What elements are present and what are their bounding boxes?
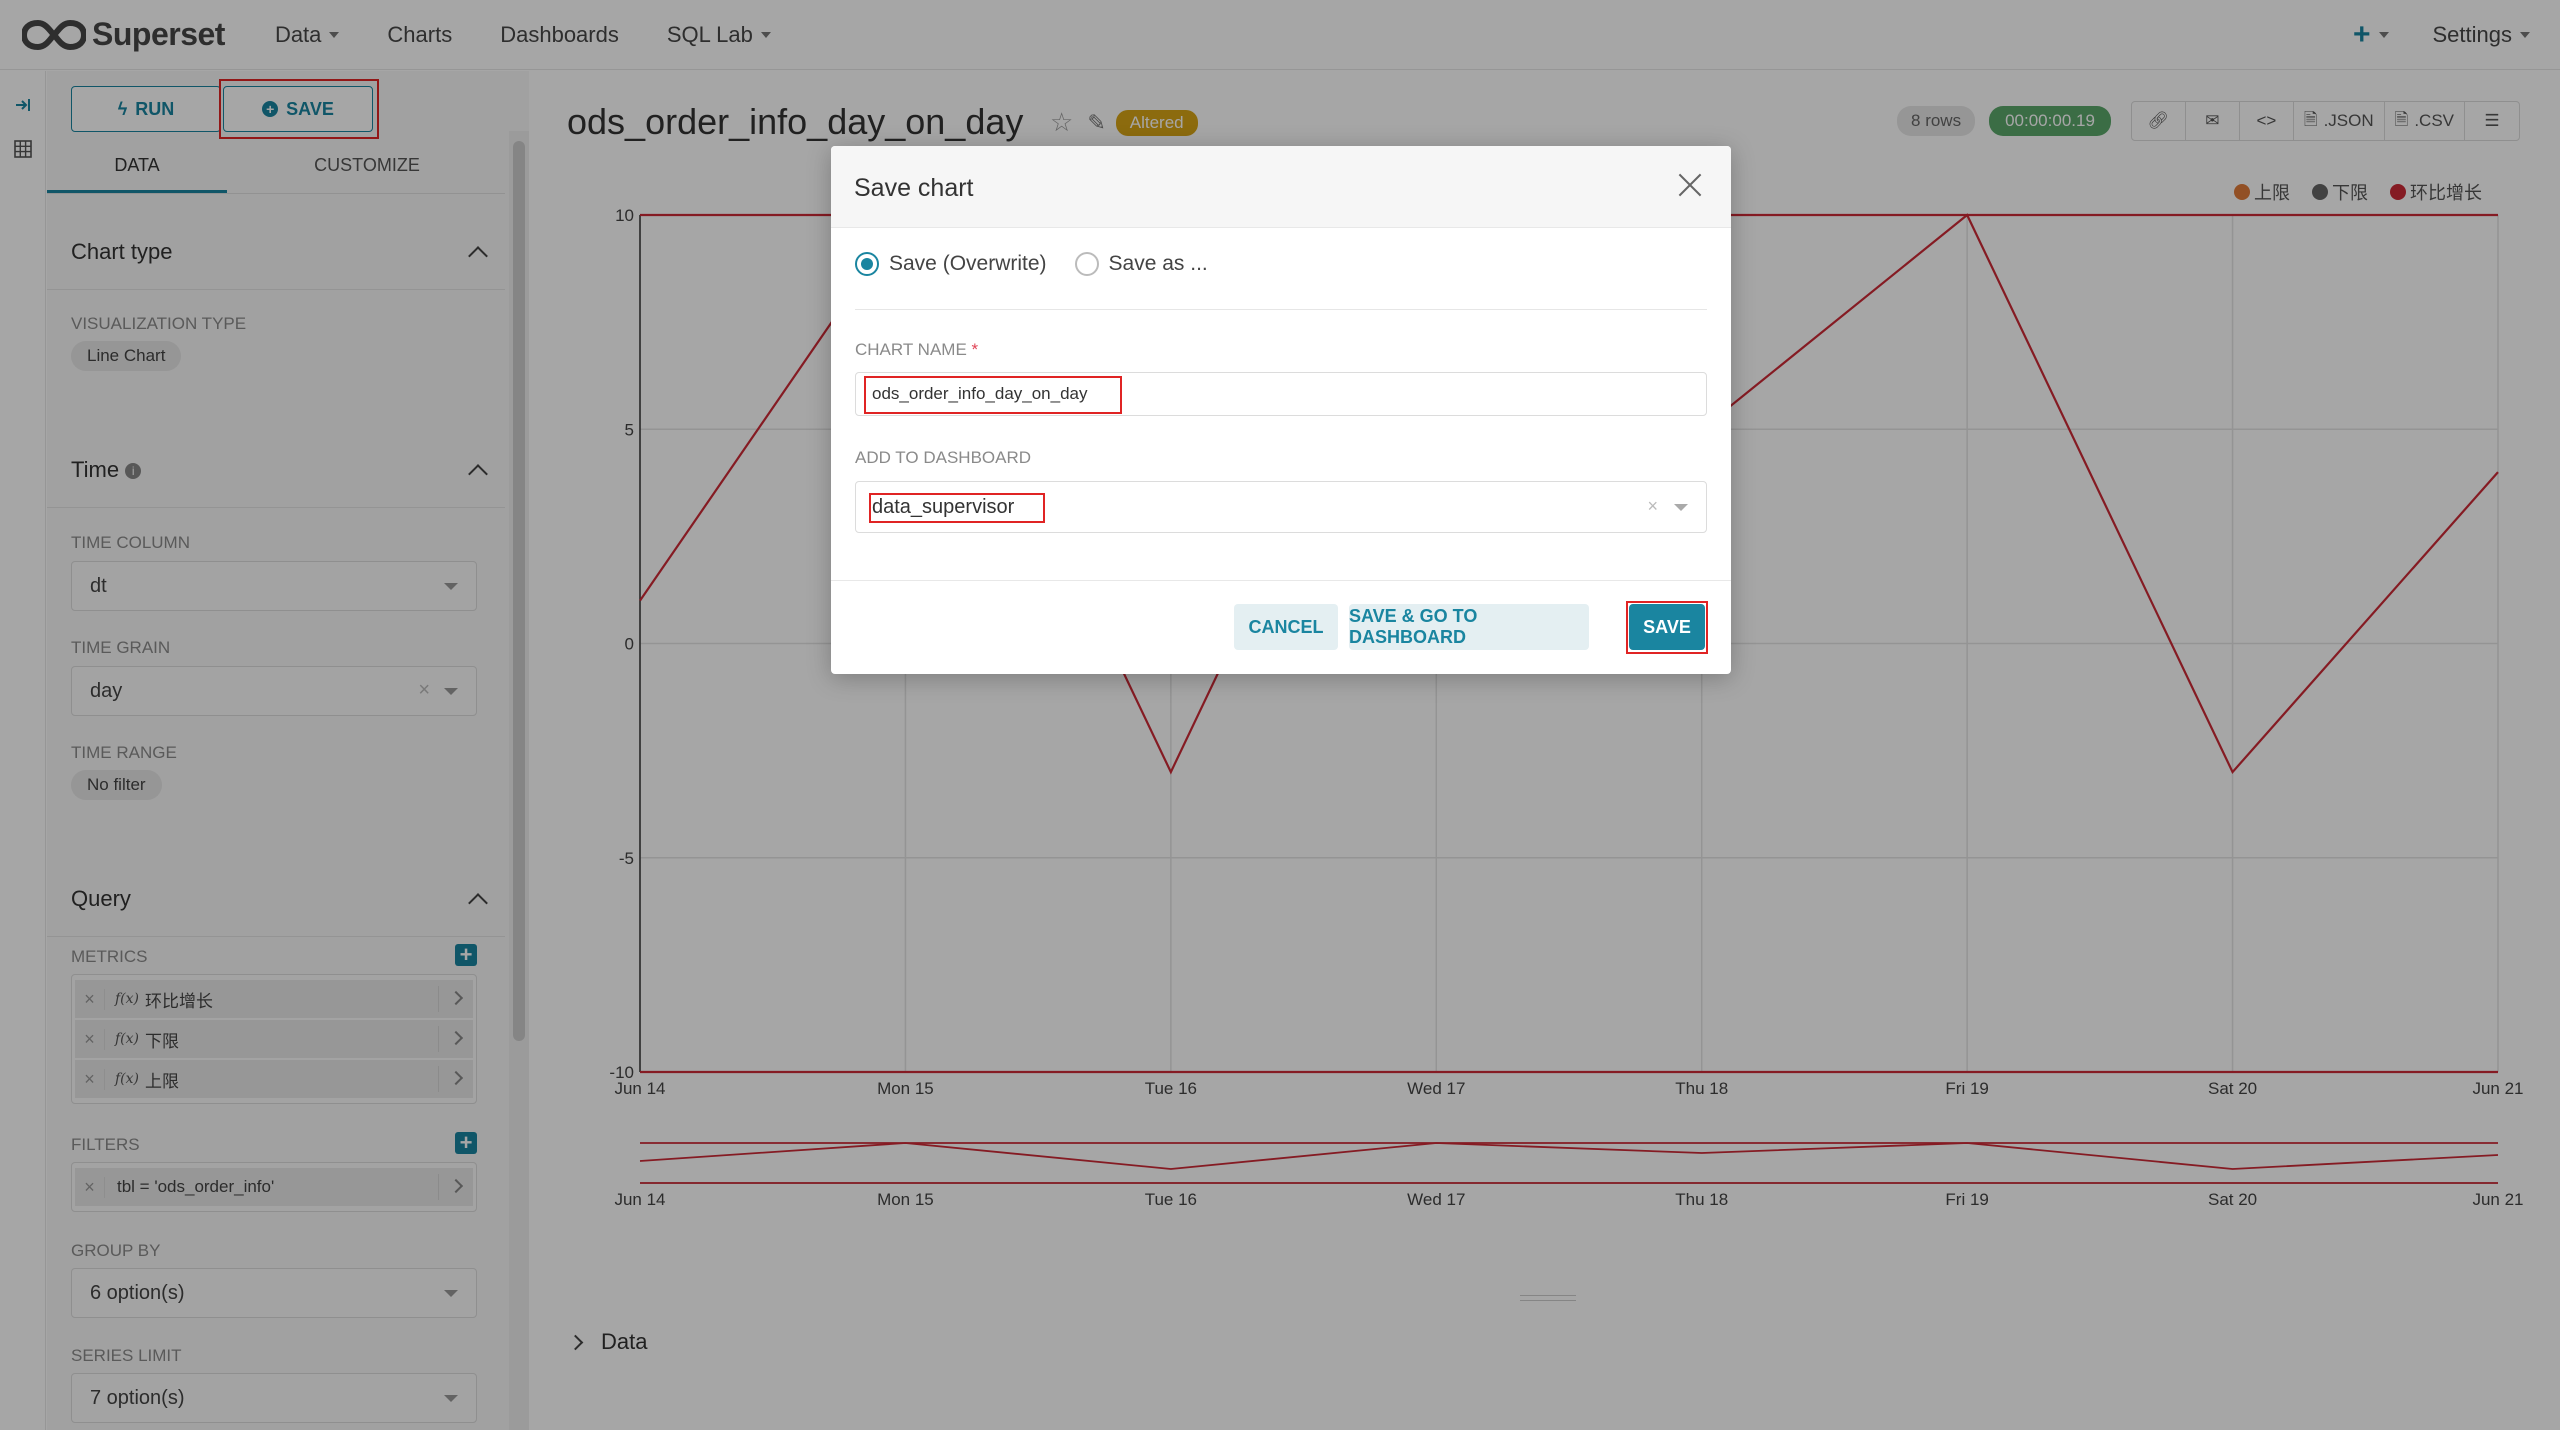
cancel-button[interactable]: CANCEL	[1234, 604, 1338, 650]
close-icon[interactable]	[1677, 172, 1703, 198]
save-and-go-to-dashboard-button[interactable]: SAVE & GO TO DASHBOARD	[1349, 604, 1589, 650]
modal-title: Save chart	[854, 174, 974, 202]
chart-name-label: CHART NAME *	[855, 340, 978, 360]
overwrite-radio[interactable]	[855, 252, 879, 276]
chevron-down-icon	[1674, 504, 1688, 511]
add-to-dashboard-label: ADD TO DASHBOARD	[855, 448, 1032, 467]
chart-name-label-text: CHART NAME	[855, 340, 967, 359]
modal-header: Save chart	[831, 146, 1731, 228]
save-chart-modal: Save chart Save (Overwrite) Save as ... …	[831, 146, 1731, 674]
overwrite-label[interactable]: Save (Overwrite)	[889, 252, 1047, 276]
required-marker: *	[971, 340, 979, 359]
clear-icon[interactable]: ×	[1647, 496, 1658, 517]
save-as-label[interactable]: Save as ...	[1109, 252, 1208, 276]
highlight-box	[864, 376, 1122, 414]
highlight-box	[1626, 601, 1708, 654]
highlight-box	[869, 493, 1045, 523]
save-as-radio[interactable]	[1074, 252, 1099, 276]
